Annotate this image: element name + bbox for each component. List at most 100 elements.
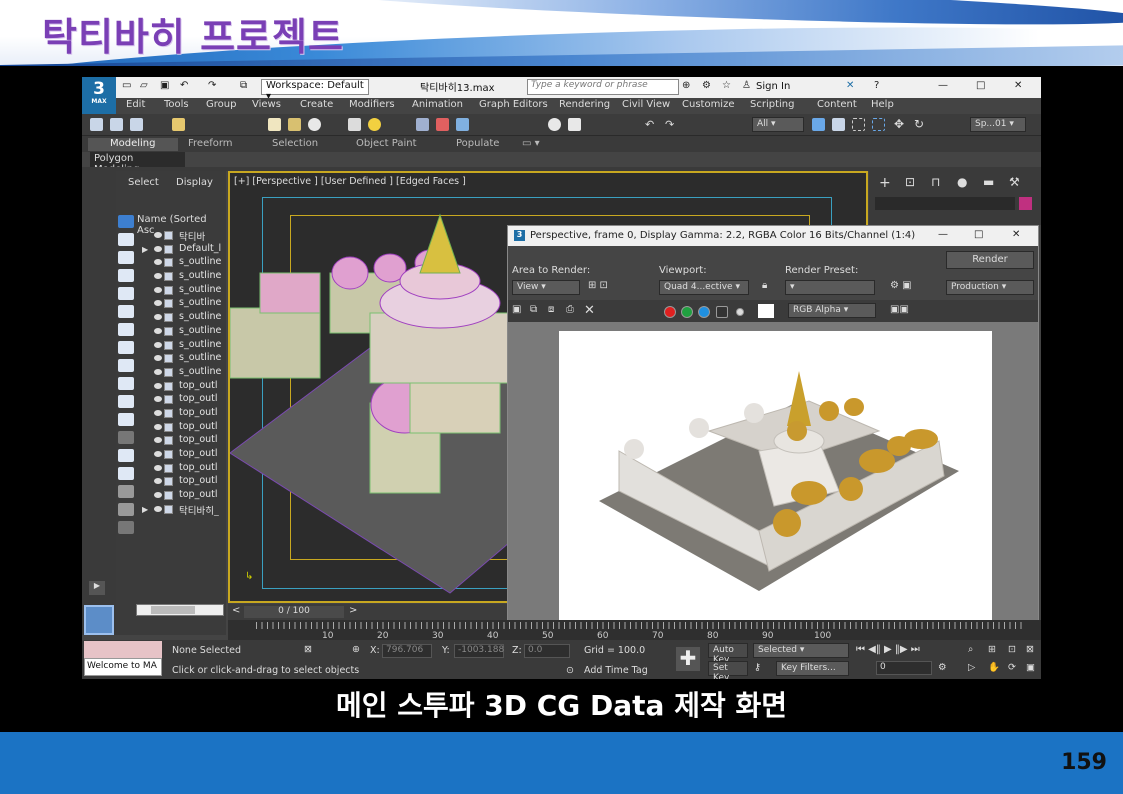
scene-list-item[interactable]: s_outline (116, 352, 226, 366)
zoom-icon[interactable]: ⌕ (968, 644, 973, 655)
key-icon[interactable]: ⚷ (754, 662, 761, 673)
scene-list-item[interactable]: s_outline (116, 270, 226, 284)
visibility-eye-icon[interactable] (154, 273, 162, 280)
polygon-modeling-label[interactable]: Polygon Modeling (90, 152, 185, 175)
visibility-eye-icon[interactable] (154, 382, 162, 389)
time-slider-track[interactable]: < 0 / 100 > (228, 604, 507, 620)
app-logo[interactable]: 3 MAX (82, 77, 116, 114)
set-key-button[interactable]: Set Key (708, 661, 748, 679)
light-icon[interactable] (368, 118, 381, 131)
maximize-icon[interactable]: □ (974, 229, 983, 240)
geometry-filter-icon[interactable] (118, 215, 134, 228)
workspace-dropdown[interactable]: Workspace: Default ▾ (261, 79, 369, 102)
tab-object-paint[interactable]: Object Paint (356, 138, 417, 149)
menu-rendering[interactable]: Rendering (559, 99, 610, 110)
visibility-eye-icon[interactable] (154, 355, 162, 362)
settings-icon[interactable]: ⚙ (702, 80, 711, 91)
next-frame-icon[interactable]: > (349, 605, 357, 616)
previous-frame-icon[interactable]: < (232, 605, 240, 616)
visibility-eye-icon[interactable] (154, 286, 162, 293)
maximize-viewport-icon[interactable]: ▣ (1026, 662, 1035, 673)
selected-dropdown[interactable]: Selected ▾ (753, 643, 849, 658)
help-icon[interactable]: ? (874, 80, 879, 91)
tab-populate[interactable]: Populate (456, 138, 499, 149)
render-button[interactable]: Render (946, 251, 1034, 269)
red-channel-icon[interactable] (664, 306, 676, 318)
auto-key-button[interactable]: Auto Key (708, 643, 748, 665)
expand-arrow-icon[interactable]: ▶ (142, 505, 148, 514)
production-dropdown[interactable]: Production ▾ (946, 280, 1034, 295)
scene-list-item[interactable]: top_outl (116, 462, 226, 476)
orbit-icon[interactable]: ⟳ (1008, 662, 1016, 673)
channel-dropdown[interactable]: RGB Alpha ▾ (788, 303, 876, 318)
play-icon[interactable]: ▶ (89, 581, 105, 595)
exchange-icon[interactable]: ✕ (846, 80, 854, 91)
menu-graph-editors[interactable]: Graph Editors (479, 99, 548, 110)
cylinder-icon[interactable] (308, 118, 321, 131)
undo-icon[interactable]: ↶ (645, 118, 654, 131)
menu-civil-view[interactable]: Civil View (622, 99, 670, 110)
bind-icon[interactable] (130, 118, 143, 131)
scene-list-item[interactable]: s_outline (116, 325, 226, 339)
copy-image-icon[interactable]: ⧉ (530, 304, 537, 315)
unlink-icon[interactable] (110, 118, 123, 131)
minimize-icon[interactable]: — (938, 229, 948, 240)
add-time-tag-button[interactable]: Add Time Tag (584, 665, 648, 676)
undo-icon[interactable]: ↶ (180, 80, 188, 91)
menu-help[interactable]: Help (871, 99, 894, 110)
fov-icon[interactable]: ▷ (968, 662, 975, 673)
tab-freeform[interactable]: Freeform (188, 138, 233, 149)
zoom-all-icon[interactable]: ⊞ (988, 644, 996, 655)
render-setup-icon[interactable]: ⚙ ▣ (890, 280, 912, 291)
tab-display[interactable]: Display (176, 177, 213, 188)
redo-icon[interactable]: ↷ (665, 118, 674, 131)
tab-modeling[interactable]: Modeling (88, 138, 178, 151)
named-selection-dropdown[interactable]: Sp...01 ▾ (970, 117, 1026, 132)
modify-panel-icon[interactable]: ⊡ (905, 175, 915, 189)
display-panel-icon[interactable]: ▬ (983, 175, 994, 189)
visibility-eye-icon[interactable] (154, 314, 162, 321)
container-icon[interactable] (118, 521, 134, 534)
tab-select[interactable]: Select (128, 177, 159, 188)
viewport-layout-icon[interactable] (84, 605, 114, 635)
visibility-eye-icon[interactable] (154, 409, 162, 416)
zoom-extents-all-icon[interactable]: ⊠ (1026, 644, 1034, 655)
box-icon[interactable] (268, 118, 281, 131)
particle-icon[interactable] (436, 118, 449, 131)
scene-list-item[interactable]: s_outline (116, 297, 226, 311)
menu-customize[interactable]: Customize (682, 99, 735, 110)
scene-list-item[interactable]: top_outl (116, 475, 226, 489)
link-icon[interactable] (90, 118, 103, 131)
x-coordinate-field[interactable]: 796.706 (382, 644, 432, 658)
hierarchy-panel-icon[interactable]: ⊓ (931, 175, 940, 189)
menu-create[interactable]: Create (300, 99, 333, 110)
snap-icon[interactable] (172, 118, 185, 131)
alpha-channel-icon[interactable] (716, 306, 728, 318)
tab-selection[interactable]: Selection (272, 138, 318, 149)
sphere-icon[interactable] (288, 118, 301, 131)
menu-group[interactable]: Group (206, 99, 236, 110)
y-coordinate-field[interactable]: -1003.188 (454, 644, 504, 658)
timeline[interactable]: 10 20 30 40 50 60 70 80 90 100 (228, 620, 1041, 641)
scene-list-item[interactable]: top_outl (116, 448, 226, 462)
render-preset-dropdown[interactable]: ▾ (785, 280, 875, 295)
search-input[interactable]: Type a keyword or phrase (527, 79, 679, 95)
visibility-eye-icon[interactable] (154, 396, 162, 403)
maxscript-mini-listener[interactable]: Welcome to MA (84, 658, 162, 676)
time-tag-icon[interactable]: ⊙ (566, 665, 574, 676)
cone-icon[interactable] (348, 118, 361, 131)
helper-icon[interactable] (456, 118, 469, 131)
motion-panel-icon[interactable]: ● (957, 175, 967, 189)
scene-list-item[interactable]: top_outl (116, 380, 226, 394)
new-file-icon[interactable]: ▭ (122, 80, 131, 91)
close-icon[interactable]: ✕ (1012, 229, 1020, 240)
scene-list-item[interactable]: top_outl (116, 421, 226, 435)
mono-icon[interactable] (736, 308, 744, 316)
binoculars-icon[interactable]: ⊕ (682, 80, 690, 91)
render-setup-icon[interactable] (568, 118, 581, 131)
scene-list-item[interactable]: top_outl (116, 393, 226, 407)
visibility-eye-icon[interactable] (154, 327, 162, 334)
visibility-eye-icon[interactable] (154, 300, 162, 307)
visibility-eye-icon[interactable] (154, 492, 162, 499)
area-to-render-dropdown[interactable]: View ▾ (512, 280, 580, 295)
